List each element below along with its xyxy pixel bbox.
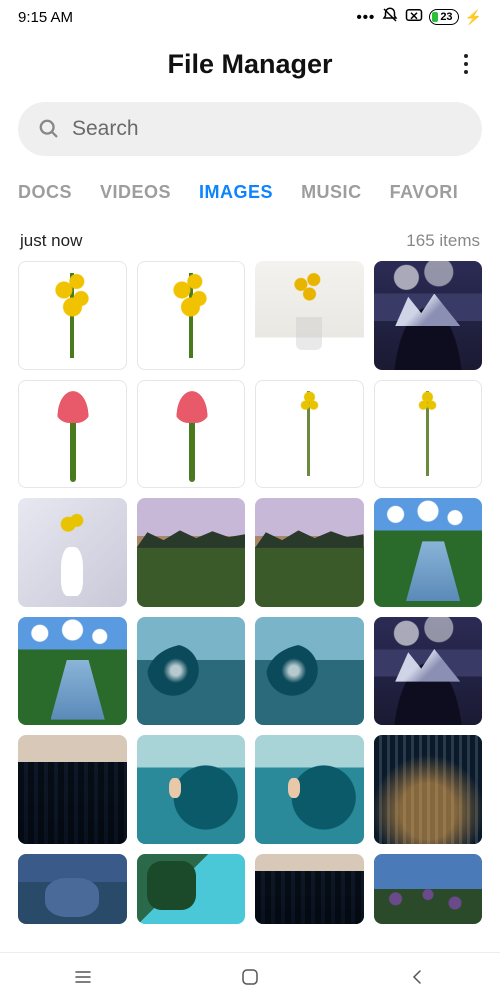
status-time: 9:15 AM xyxy=(18,9,73,26)
more-dots-icon: ••• xyxy=(357,9,376,26)
image-thumbnail[interactable] xyxy=(255,617,364,726)
category-tabs: DOCS VIDEOS IMAGES MUSIC FAVORI xyxy=(0,180,500,205)
image-grid xyxy=(0,251,500,844)
image-thumbnail[interactable] xyxy=(255,735,364,844)
charging-icon: ⚡ xyxy=(465,9,482,26)
image-thumbnail[interactable] xyxy=(374,617,483,726)
group-time-label: just now xyxy=(20,231,82,251)
tab-favorites[interactable]: FAVORI xyxy=(390,180,459,205)
page-title: File Manager xyxy=(167,49,332,80)
no-sim-icon xyxy=(405,8,423,26)
group-header: just now 165 items xyxy=(0,231,500,251)
image-grid-partial xyxy=(0,844,500,924)
nav-back-button[interactable] xyxy=(405,965,429,989)
app-header: File Manager xyxy=(0,34,500,94)
image-thumbnail[interactable] xyxy=(18,735,127,844)
image-thumbnail[interactable] xyxy=(374,261,483,370)
image-thumbnail[interactable] xyxy=(18,261,127,370)
tab-images[interactable]: IMAGES xyxy=(199,180,273,205)
image-thumbnail[interactable] xyxy=(137,261,246,370)
image-thumbnail[interactable] xyxy=(374,498,483,607)
image-thumbnail[interactable] xyxy=(137,735,246,844)
image-thumbnail[interactable] xyxy=(374,854,483,924)
search-placeholder: Search xyxy=(72,117,462,141)
nav-recent-button[interactable] xyxy=(71,965,95,989)
mute-icon xyxy=(381,6,399,28)
battery-percent: 23 xyxy=(440,11,452,23)
image-thumbnail[interactable] xyxy=(374,735,483,844)
status-indicators: ••• 23 ⚡ xyxy=(357,6,482,28)
image-thumbnail[interactable] xyxy=(137,617,246,726)
tab-docs[interactable]: DOCS xyxy=(18,180,72,205)
battery-icon: 23 xyxy=(429,9,458,25)
image-thumbnail[interactable] xyxy=(374,380,483,489)
tab-music[interactable]: MUSIC xyxy=(301,180,362,205)
image-thumbnail[interactable] xyxy=(18,617,127,726)
image-thumbnail[interactable] xyxy=(255,380,364,489)
image-thumbnail[interactable] xyxy=(18,854,127,924)
image-thumbnail[interactable] xyxy=(255,854,364,924)
nav-home-button[interactable] xyxy=(238,965,262,989)
image-thumbnail[interactable] xyxy=(255,498,364,607)
image-thumbnail[interactable] xyxy=(137,380,246,489)
image-thumbnail[interactable] xyxy=(255,261,364,370)
image-thumbnail[interactable] xyxy=(137,498,246,607)
system-nav-bar xyxy=(0,952,500,1000)
status-bar: 9:15 AM ••• 23 ⚡ xyxy=(0,0,500,34)
search-input[interactable]: Search xyxy=(18,102,482,156)
group-count: 165 items xyxy=(406,231,480,251)
tab-videos[interactable]: VIDEOS xyxy=(100,180,171,205)
image-thumbnail[interactable] xyxy=(137,854,246,924)
image-thumbnail[interactable] xyxy=(18,380,127,489)
search-icon xyxy=(38,118,60,140)
image-thumbnail[interactable] xyxy=(18,498,127,607)
overflow-menu-button[interactable] xyxy=(454,52,478,76)
